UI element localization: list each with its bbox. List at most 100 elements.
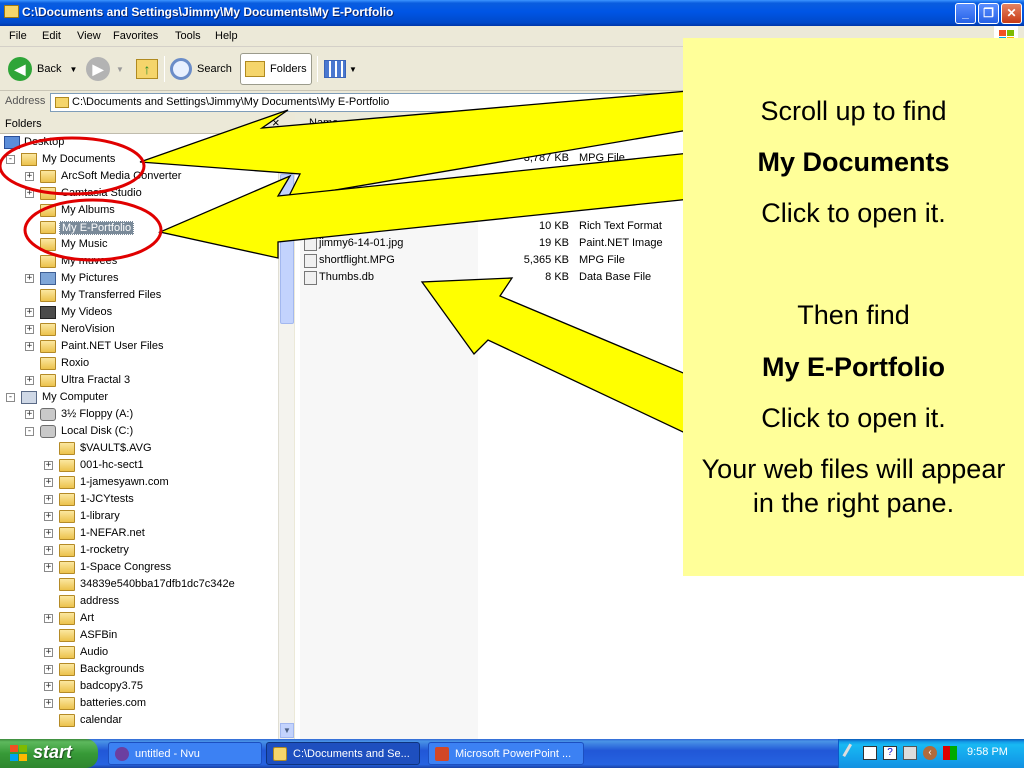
tree-item[interactable]: + Audio (0, 644, 278, 661)
tree-item[interactable]: + Ultra Fractal 3 (0, 372, 278, 389)
back-dropdown-icon[interactable]: ▼ (69, 65, 77, 74)
tree-item[interactable]: - My Documents (0, 151, 278, 168)
forward-dropdown-icon[interactable]: ▼ (116, 65, 124, 74)
forward-button[interactable]: ▶ ▼ (86, 53, 124, 85)
start-button[interactable]: start (0, 739, 98, 768)
expand-icon[interactable]: + (44, 461, 53, 470)
tree-item[interactable]: +1-jamesyawn.com (0, 474, 278, 491)
file-icon (304, 237, 317, 251)
up-folder-button[interactable]: ↑ (136, 53, 158, 85)
menu-tools[interactable]: Tools (175, 30, 201, 42)
network-icon[interactable] (842, 743, 862, 763)
taskbar-button-nvu[interactable]: untitled - Nvu (108, 742, 262, 765)
column-name-header[interactable]: Name (309, 117, 338, 129)
menu-view[interactable]: View (77, 30, 101, 42)
menu-file[interactable]: File (9, 30, 27, 42)
folders-pane-header: Folders × (0, 114, 294, 134)
views-button[interactable]: ▼ (324, 53, 357, 85)
tray-app-icon[interactable] (863, 746, 877, 760)
minimize-button[interactable]: _ (955, 3, 976, 24)
tree-item[interactable]: My Albums (0, 202, 278, 219)
tree-item[interactable]: + badcopy3.75 (0, 678, 278, 695)
collapse-icon[interactable]: - (6, 393, 15, 402)
menu-help[interactable]: Help (215, 30, 238, 42)
tray-device-icon[interactable] (903, 746, 917, 760)
expand-icon[interactable]: + (25, 189, 34, 198)
expand-icon[interactable]: + (44, 682, 53, 691)
menu-favorites[interactable]: Favorites (113, 30, 158, 42)
tree-item[interactable]: +1-library (0, 508, 278, 525)
tree-item[interactable]: My Transferred Files (0, 287, 278, 304)
folders-pane-close-button[interactable]: × (272, 115, 280, 130)
expand-icon[interactable]: + (44, 495, 53, 504)
menu-edit[interactable]: Edit (42, 30, 61, 42)
tree-item[interactable]: + Backgrounds (0, 661, 278, 678)
expand-icon[interactable]: + (44, 614, 53, 623)
close-button[interactable]: ✕ (1001, 3, 1022, 24)
tree-item[interactable]: My muvees (0, 253, 278, 270)
tree-item[interactable]: Desktop (0, 134, 278, 151)
help-icon[interactable]: ? (883, 746, 897, 760)
tray-security-icon[interactable] (943, 746, 957, 760)
maximize-button[interactable]: ❐ (978, 3, 999, 24)
tree-item[interactable]: + My Pictures (0, 270, 278, 287)
expand-icon[interactable]: + (44, 478, 53, 487)
tree-item[interactable]: ASFBin (0, 627, 278, 644)
expand-icon[interactable]: + (44, 648, 53, 657)
tree-item[interactable]: + ArcSoft Media Converter (0, 168, 278, 185)
tree-item[interactable]: My Music (0, 236, 278, 253)
scroll-up-arrow-icon[interactable]: ▲ (280, 134, 294, 149)
forward-arrow-icon: ▶ (86, 57, 110, 81)
tray-chevron-icon[interactable]: ‹ (923, 746, 937, 760)
expand-icon[interactable]: + (44, 699, 53, 708)
views-dropdown-icon[interactable]: ▼ (349, 65, 357, 74)
tree-item-label: Desktop (24, 136, 65, 148)
tree-item[interactable]: + Paint.NET User Files (0, 338, 278, 355)
folders-button[interactable]: Folders (240, 53, 312, 85)
title-bar[interactable]: C:\Documents and Settings\Jimmy\My Docum… (0, 0, 1024, 26)
expand-icon[interactable]: + (44, 529, 53, 538)
tree-item[interactable]: +1-JCYtests (0, 491, 278, 508)
expand-icon[interactable]: + (25, 342, 34, 351)
callout-line: Then find (797, 300, 910, 330)
scrollbar-thumb[interactable] (280, 174, 294, 324)
expand-icon[interactable]: + (44, 665, 53, 674)
expand-icon[interactable]: + (25, 410, 34, 419)
expand-icon[interactable]: + (25, 172, 34, 181)
tree-item[interactable]: + My Videos (0, 304, 278, 321)
expand-icon[interactable]: + (25, 325, 34, 334)
tree-item[interactable]: $VAULT$.AVG (0, 440, 278, 457)
tree-item[interactable]: My E-Portfolio (0, 219, 278, 236)
expand-icon[interactable]: + (25, 308, 34, 317)
taskbar-button-explorer[interactable]: C:\Documents and Se... (266, 742, 420, 765)
folder-tree-scrollbar[interactable]: ▲ ▼ (278, 134, 294, 739)
tree-item[interactable]: Roxio (0, 355, 278, 372)
expand-icon[interactable]: + (44, 563, 53, 572)
search-button[interactable]: Search (170, 53, 232, 85)
expand-icon[interactable]: + (44, 512, 53, 521)
collapse-icon[interactable]: - (6, 155, 15, 164)
back-button[interactable]: ◀ Back ▼ (8, 53, 77, 85)
taskbar-button-powerpoint[interactable]: Microsoft PowerPoint ... (428, 742, 584, 765)
tree-item[interactable]: + Art (0, 610, 278, 627)
tree-item[interactable]: + batteries.com (0, 695, 278, 712)
tree-item[interactable]: 34839e540bba17dfb1dc7c342e (0, 576, 278, 593)
tree-item[interactable]: calendar (0, 712, 278, 729)
tree-item[interactable]: - Local Disk (C:) (0, 423, 278, 440)
expand-icon[interactable]: + (44, 546, 53, 555)
tree-item[interactable]: +1-NEFAR.net (0, 525, 278, 542)
scroll-down-arrow-icon[interactable]: ▼ (280, 723, 294, 738)
tree-item[interactable]: +001-hc-sect1 (0, 457, 278, 474)
tree-item[interactable]: address (0, 593, 278, 610)
tree-item[interactable]: + NeroVision (0, 321, 278, 338)
tree-item-label: 1-rocketry (80, 544, 129, 556)
collapse-icon[interactable]: - (25, 427, 34, 436)
folder-icon (40, 187, 56, 200)
tree-item[interactable]: - My Computer (0, 389, 278, 406)
tree-item[interactable]: +1-rocketry (0, 542, 278, 559)
tree-item[interactable]: +1-Space Congress (0, 559, 278, 576)
tree-item[interactable]: +3½ Floppy (A:) (0, 406, 278, 423)
tree-item[interactable]: + Camtasia Studio (0, 185, 278, 202)
expand-icon[interactable]: + (25, 274, 34, 283)
expand-icon[interactable]: + (25, 376, 34, 385)
